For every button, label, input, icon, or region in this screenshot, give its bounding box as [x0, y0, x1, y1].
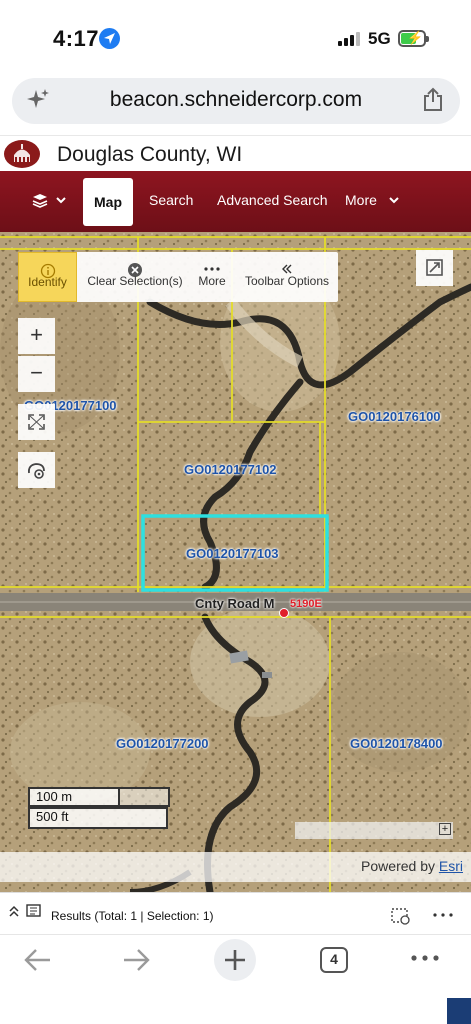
esri-attribution: Powered by Esri — [0, 852, 471, 882]
scale-metric: 100 m — [28, 787, 120, 807]
signal-icon — [338, 32, 362, 46]
double-chevron-left-icon — [240, 252, 334, 274]
parcel-label-selected[interactable]: GO0120177103 — [186, 546, 279, 561]
parcel-label[interactable]: GO0120176100 — [348, 409, 441, 424]
zoom-out-button[interactable]: − — [18, 356, 55, 392]
county-title[interactable]: Douglas County, WI — [57, 143, 242, 167]
clear-selection-label: Clear Selection(s) — [87, 274, 183, 288]
address-marker-icon[interactable] — [279, 608, 289, 618]
share-icon[interactable] — [422, 87, 444, 118]
scale-bar: 100 m 500 ft — [28, 787, 170, 831]
nav-more-label: More — [345, 192, 377, 208]
location-arrow-icon — [99, 28, 120, 49]
toolbar-more-label: More — [198, 274, 226, 288]
scale-imperial: 500 ft — [28, 807, 168, 829]
clock: 4:17 — [53, 26, 100, 51]
powered-by-label: Powered by — [361, 858, 439, 874]
select-results-button[interactable] — [390, 907, 412, 932]
identify-tool-button[interactable]: Identify — [18, 252, 77, 302]
attribution-strip: + — [295, 822, 453, 839]
url-bar[interactable]: beacon.schneidercorp.com — [12, 78, 460, 124]
forward-button[interactable] — [120, 945, 152, 991]
toolbar-options-label: Toolbar Options — [244, 274, 330, 288]
toolbar-options-button[interactable]: Toolbar Options — [240, 252, 334, 302]
tab-switcher-button[interactable]: 4 — [320, 947, 348, 973]
my-location-button[interactable] — [18, 452, 55, 488]
back-button[interactable] — [22, 945, 54, 991]
expand-attribution-icon[interactable]: + — [439, 823, 451, 835]
map-toolbar: Identify Clear Selection(s) More Toolbar… — [18, 252, 338, 302]
site-header: Douglas County, WI — [0, 135, 471, 171]
more-dots-icon — [194, 252, 230, 274]
address-label: 5190E — [290, 598, 322, 610]
nav-tab-search[interactable]: Search — [149, 192, 193, 208]
road-label: Cnty Road M — [195, 596, 275, 611]
nav-tab-map[interactable]: Map — [83, 178, 133, 226]
network-type: 5G — [368, 29, 391, 48]
full-extent-button[interactable] — [18, 404, 55, 440]
expand-icon — [426, 259, 443, 276]
corner-logo — [447, 998, 471, 1024]
arrow-left-icon — [24, 949, 50, 971]
more-dots-icon — [411, 955, 439, 961]
plus-icon — [225, 950, 245, 970]
battery-icon: ⚡ — [398, 30, 429, 47]
zoom-in-button[interactable]: + — [18, 318, 55, 354]
county-seal-logo[interactable] — [4, 140, 40, 168]
results-more-button[interactable] — [432, 907, 454, 928]
scale-metric-extension — [118, 787, 170, 807]
parcel-label[interactable]: GO0120177200 — [116, 736, 209, 751]
close-circle-icon — [83, 252, 187, 277]
identify-label: Identify — [28, 275, 67, 289]
nav-tab-more[interactable]: More — [345, 192, 401, 208]
esri-link[interactable]: Esri — [439, 858, 463, 874]
full-extent-icon — [28, 414, 45, 430]
results-summary: Results (Total: 1 | Selection: 1) — [51, 909, 214, 923]
nav-tab-advanced-search[interactable]: Advanced Search — [217, 192, 328, 208]
info-circle-icon — [19, 253, 76, 279]
chevron-up-icon — [9, 904, 41, 917]
toolbar-more-button[interactable]: More — [194, 252, 230, 302]
expand-results-button[interactable] — [8, 903, 42, 926]
layers-menu-button[interactable] — [30, 192, 70, 217]
arrow-right-icon — [124, 949, 150, 971]
clear-selection-button[interactable]: Clear Selection(s) — [83, 252, 187, 302]
fullscreen-button[interactable] — [416, 250, 453, 286]
map-view[interactable]: GO0120177100 GO0120176100 GO0120177102 G… — [0, 232, 471, 892]
parcel-label[interactable]: GO0120177102 — [184, 462, 277, 477]
new-tab-button[interactable] — [214, 939, 256, 981]
browser-toolbar: 4 — [0, 934, 471, 1024]
selection-area-icon — [391, 908, 410, 925]
chevron-down-icon — [389, 197, 399, 204]
main-nav: Map Search Advanced Search More — [0, 171, 471, 232]
results-bar: Results (Total: 1 | Selection: 1) — [0, 892, 471, 934]
status-bar: 4:17 5G ⚡ — [0, 0, 471, 76]
browser-more-button[interactable] — [410, 951, 440, 997]
url-text[interactable]: beacon.schneidercorp.com — [12, 88, 460, 112]
parcel-label[interactable]: GO0120178400 — [350, 736, 443, 751]
locate-icon — [27, 463, 45, 479]
more-dots-icon — [433, 913, 453, 917]
